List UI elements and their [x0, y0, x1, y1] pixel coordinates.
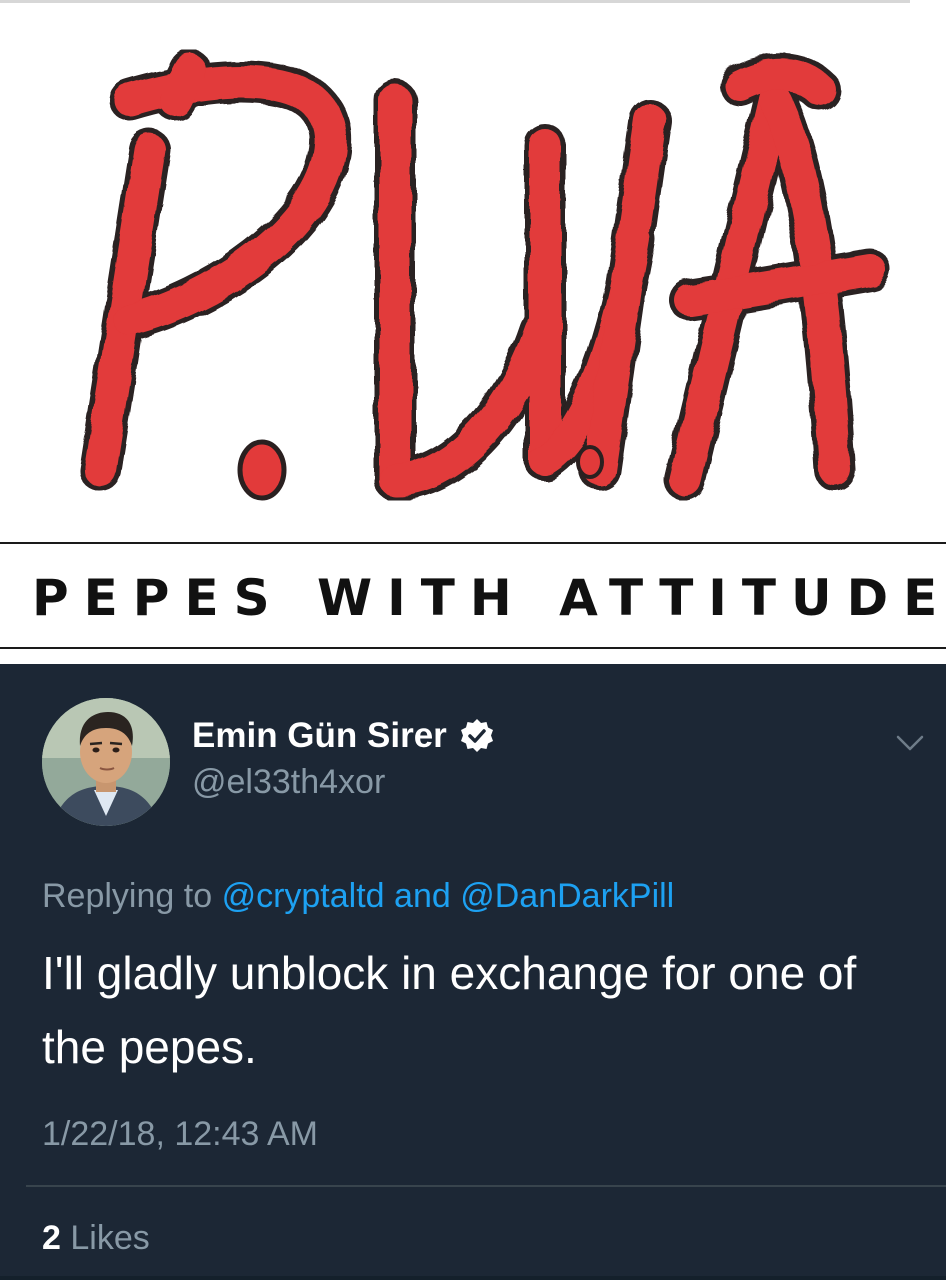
- banner-text: PEPES WITH ATTITUDE: [32, 569, 946, 627]
- screenshot: PEPES WITH ATTITUDE Emin Gün Sirer @el33…: [0, 0, 946, 1280]
- logo-dot-2: [576, 445, 604, 479]
- likes-stat[interactable]: 2 Likes: [42, 1218, 150, 1258]
- author-handle[interactable]: @el33th4xor: [192, 762, 385, 802]
- banner-rule-bottom: [0, 647, 946, 649]
- replying-to-prefix: Replying to: [42, 877, 213, 915]
- avatar[interactable]: [42, 698, 170, 826]
- tweet-text: I'll gladly unblock in exchange for one …: [42, 947, 857, 1073]
- banner: PEPES WITH ATTITUDE: [0, 544, 946, 648]
- mention-link-dandarkpill[interactable]: @DanDarkPill: [460, 877, 674, 915]
- replying-to-conjunction[interactable]: and: [394, 877, 451, 915]
- replying-to-line: Replying to @cryptaltd and @DanDarkPill: [42, 876, 674, 916]
- tweet: Emin Gün Sirer @el33th4xor Replying to @…: [0, 664, 946, 1280]
- chevron-down-icon[interactable]: [892, 724, 928, 760]
- author-display-name[interactable]: Emin Gün Sirer: [192, 716, 447, 756]
- logo-dot-1: [237, 439, 287, 501]
- pwa-logo: [79, 49, 891, 501]
- mention-link-cryptaltd[interactable]: @cryptaltd: [222, 877, 385, 915]
- tweet-timestamp[interactable]: 1/22/18, 12:43 AM: [42, 1114, 318, 1154]
- likes-count: 2: [42, 1219, 61, 1257]
- divider: [26, 1185, 946, 1187]
- tweet-image[interactable]: PEPES WITH ATTITUDE: [0, 0, 946, 664]
- likes-label: Likes: [70, 1219, 150, 1257]
- verified-badge-icon: [461, 719, 493, 752]
- bottom-edge: [0, 1276, 946, 1280]
